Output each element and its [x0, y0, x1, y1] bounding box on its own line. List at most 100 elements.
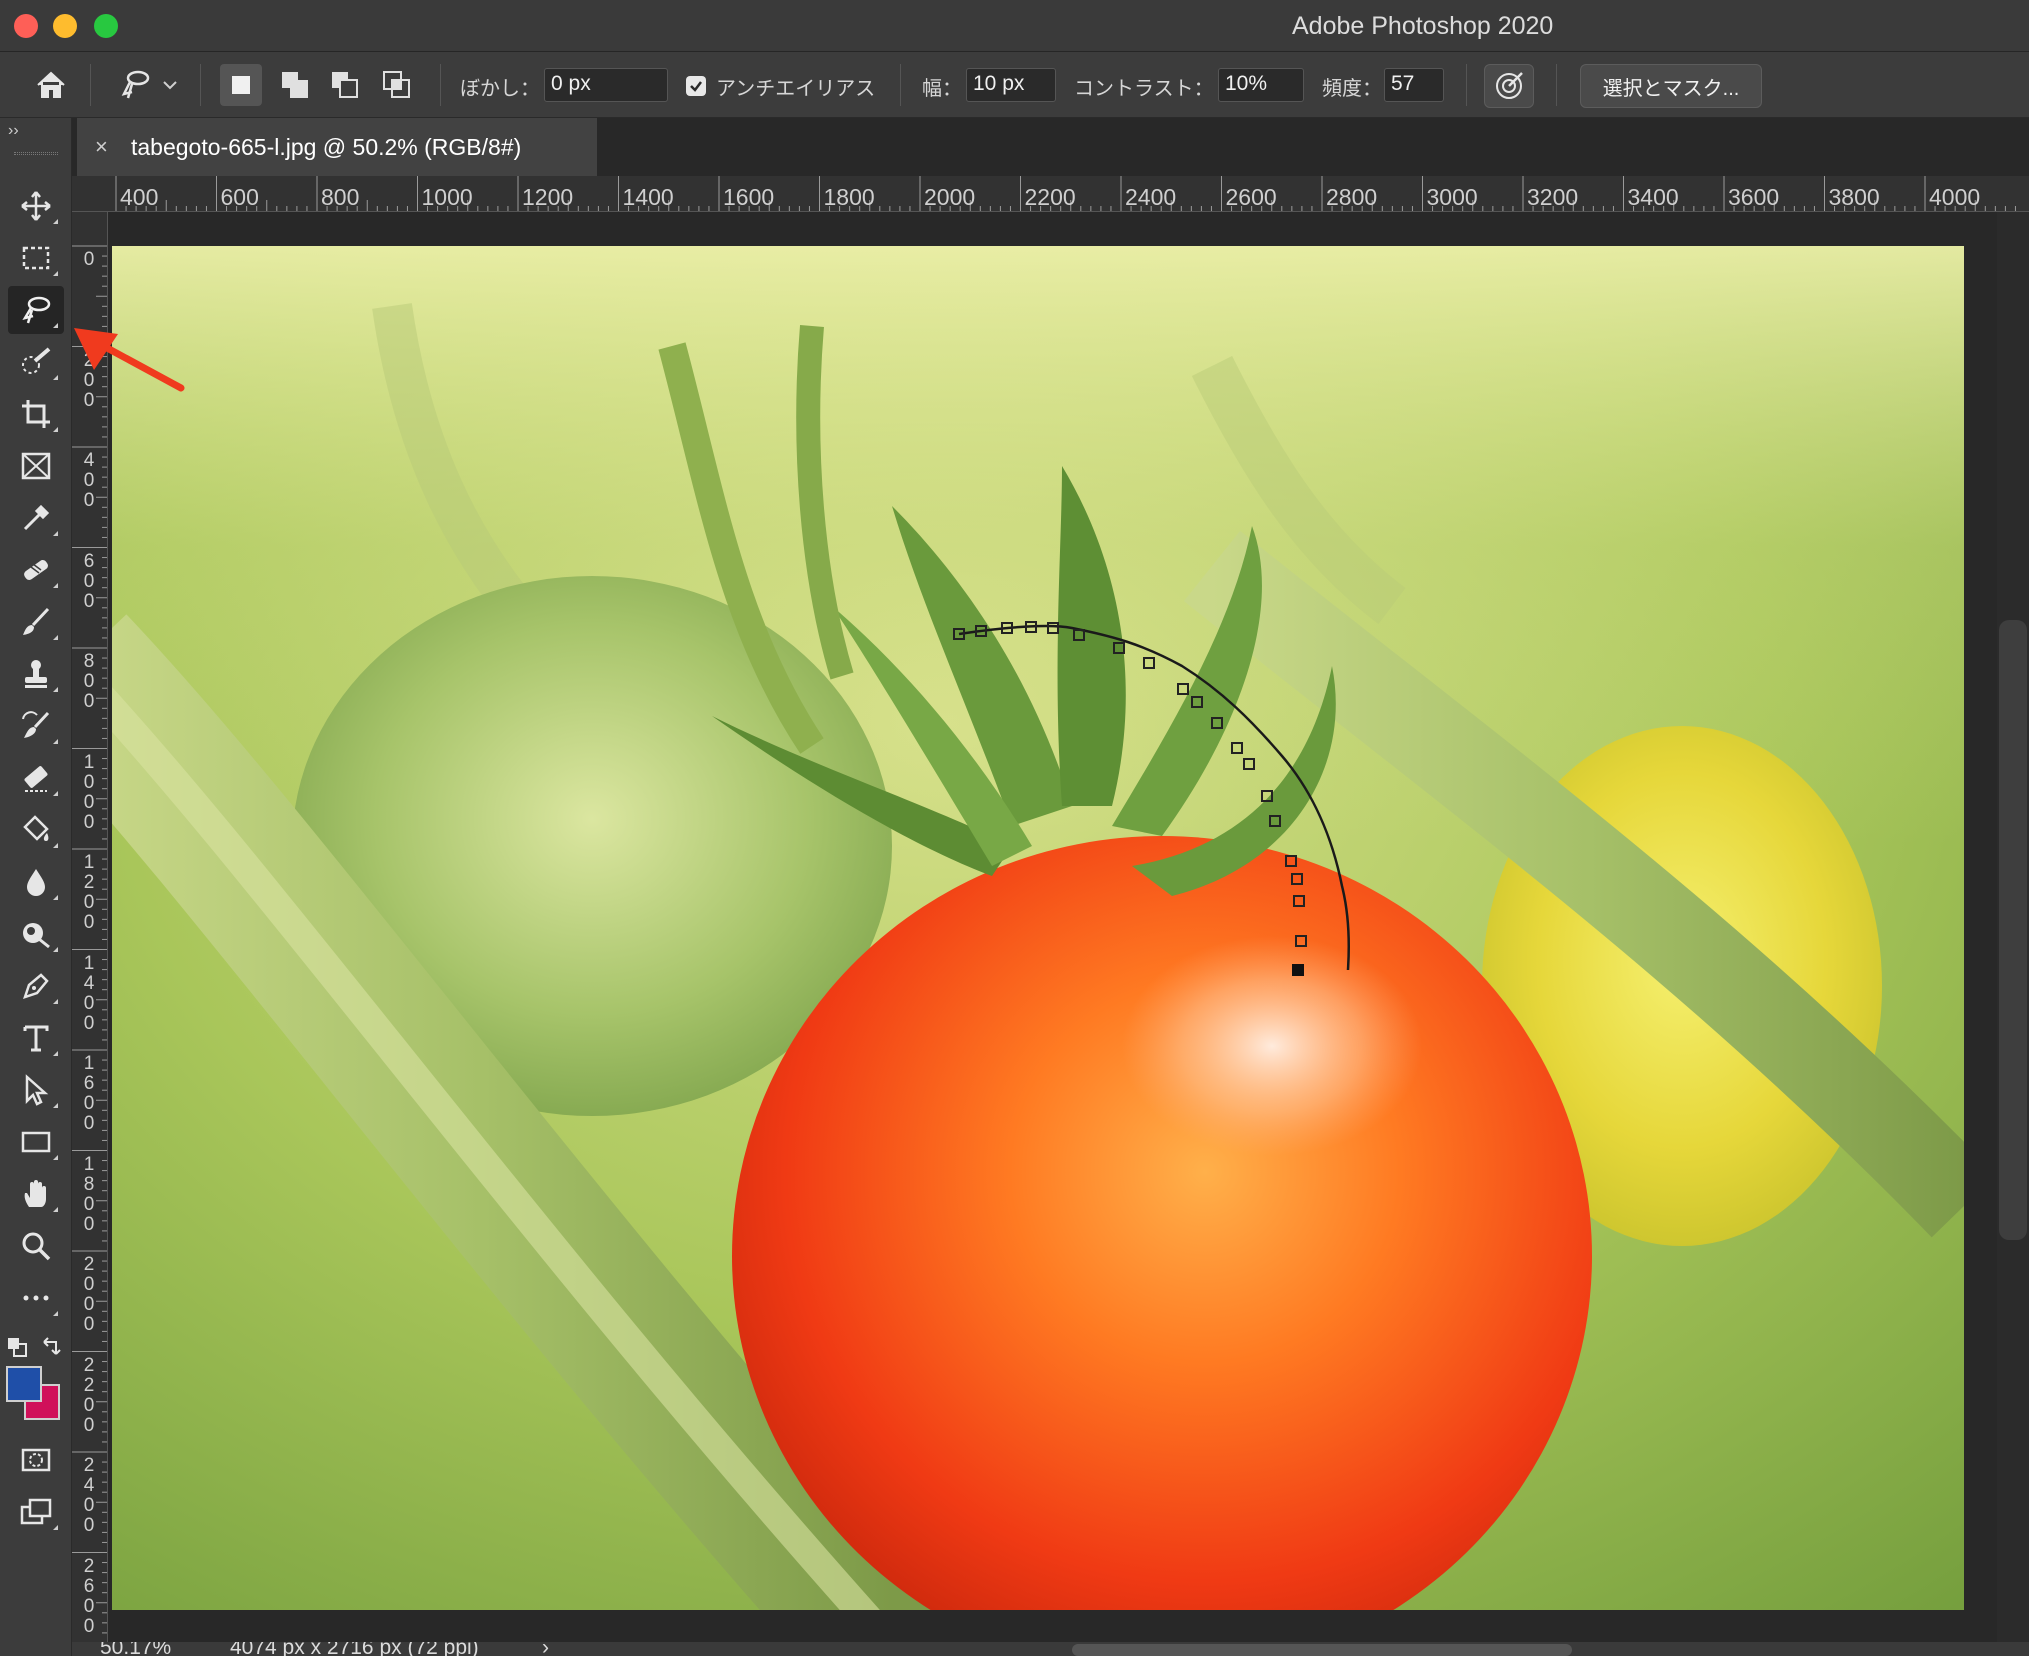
blur-tool[interactable] — [8, 858, 64, 906]
ruler-tick-label: 600 — [220, 184, 259, 210]
marquee-tool[interactable] — [8, 234, 64, 282]
eyedropper-tool[interactable] — [8, 494, 64, 542]
quick-selection-tool-icon — [22, 347, 51, 374]
close-window-button[interactable] — [14, 14, 38, 38]
paint-bucket-tool[interactable] — [8, 806, 64, 854]
horizontal-ruler[interactable]: 400 600 800 1000 1200 1400 1600 1800 2000 2200 240… — [72, 176, 2029, 212]
ruler-tick-label: 0 — [83, 249, 95, 270]
quick-mask-button[interactable] — [8, 1436, 64, 1484]
add-to-selection-button[interactable] — [274, 64, 316, 106]
ruler-tick-label: 1000 — [421, 184, 473, 210]
tool-preset-picker[interactable] — [108, 64, 188, 106]
ruler-tick-label: 400 — [83, 450, 95, 511]
toolbar-grip[interactable] — [14, 152, 58, 155]
document-image[interactable] — [112, 246, 1964, 1610]
vertical-scrollbar-thumb[interactable] — [1999, 620, 2027, 1240]
canvas-area[interactable] — [108, 212, 2029, 1642]
home-button[interactable] — [30, 64, 72, 106]
horizontal-scrollbar-thumb[interactable] — [1072, 1644, 1572, 1656]
quick-mask-icon — [21, 1448, 51, 1472]
blur-tool-icon — [27, 869, 45, 896]
antialias-label: アンチエイリアス — [716, 78, 876, 100]
annotation-arrow — [74, 328, 185, 392]
separator — [440, 64, 441, 106]
rectangle-tool[interactable] — [8, 1118, 64, 1166]
ruler-tick-label: 800 — [83, 651, 95, 712]
title-bar: Adobe Photoshop 2020 — [0, 0, 2029, 52]
brush-tool[interactable] — [8, 598, 64, 646]
more-tools-icon — [23, 1295, 49, 1301]
type-tool-icon — [23, 1025, 49, 1052]
ruler-tick-label: 600 — [83, 550, 95, 612]
ruler-tick-label: 1800 — [83, 1153, 95, 1235]
frequency-input[interactable]: 57 — [1384, 68, 1444, 102]
more-tools-button[interactable] — [8, 1274, 64, 1322]
ruler-tick-label: 400 — [120, 184, 159, 210]
minimize-window-button[interactable] — [53, 14, 77, 38]
width-input[interactable]: 10 px — [966, 68, 1056, 102]
pen-pressure-icon — [1496, 72, 1523, 99]
magnetic-lasso-tool[interactable] — [8, 286, 64, 334]
frame-tool[interactable] — [8, 442, 64, 490]
move-tool-icon — [21, 191, 51, 221]
intersect-selection-button[interactable] — [376, 64, 418, 106]
ruler-tick-label: 1600 — [723, 184, 775, 210]
clone-stamp-tool[interactable] — [8, 650, 64, 698]
dodge-tool[interactable] — [8, 910, 64, 958]
vertical-ruler[interactable]: 0 200 400 600 800 1000 1200 1400 1600 1800 2000 220… — [72, 212, 108, 1656]
status-bar: 50.17% 4074 px x 2716 px (72 ppi) › — [72, 1642, 2029, 1656]
default-colors-icon — [8, 1338, 27, 1357]
type-tool[interactable] — [8, 1014, 64, 1062]
feather-input[interactable]: 0 px — [544, 68, 668, 102]
magnetic-lasso-icon — [121, 70, 150, 99]
ruler-tick-label: 2800 — [1326, 184, 1378, 210]
antialias-checkbox[interactable] — [686, 76, 706, 96]
close-tab-button[interactable]: × — [95, 134, 119, 160]
ruler-tick-label: 1000 — [83, 751, 95, 833]
pen-tool[interactable] — [8, 962, 64, 1010]
quick-selection-tool[interactable] — [8, 338, 64, 386]
screen-mode-icon — [20, 1498, 52, 1525]
move-tool[interactable] — [8, 182, 64, 230]
crop-tool[interactable] — [8, 390, 64, 438]
intersect-selection-icon — [383, 71, 410, 98]
ruler-tick-label: 3000 — [1426, 184, 1478, 210]
ruler-tick-label: 2000 — [924, 184, 976, 210]
pen-pressure-button[interactable] — [1484, 64, 1534, 108]
hand-tool[interactable] — [8, 1170, 64, 1218]
separator — [1466, 64, 1467, 106]
rectangle-tool-icon — [21, 1131, 51, 1153]
screen-mode-button[interactable] — [8, 1488, 64, 1536]
separator — [90, 64, 91, 106]
home-icon — [37, 71, 65, 98]
new-selection-icon — [232, 76, 250, 94]
ruler-tick-label: 2200 — [83, 1354, 95, 1436]
tomato-photo — [112, 246, 1964, 1610]
zoom-level[interactable]: 50.17% — [100, 1642, 171, 1656]
ruler-tick-label: 1400 — [622, 184, 674, 210]
subtract-from-selection-button[interactable] — [324, 64, 366, 106]
foreground-color-swatch[interactable] — [6, 1366, 42, 1402]
collapse-toolbar-button[interactable]: ›› — [8, 122, 19, 140]
select-and-mask-button[interactable]: 選択とマスク... — [1580, 64, 1762, 108]
contrast-input[interactable]: 10% — [1218, 68, 1304, 102]
new-selection-button[interactable] — [220, 64, 262, 106]
eraser-tool-icon — [24, 766, 48, 792]
zoom-tool[interactable] — [8, 1222, 64, 1270]
zoom-window-button[interactable] — [94, 14, 118, 38]
history-brush-tool[interactable] — [8, 702, 64, 750]
default-colors-button[interactable] — [6, 1336, 28, 1358]
healing-brush-tool-icon — [24, 560, 48, 580]
eraser-tool[interactable] — [8, 754, 64, 802]
hand-tool-icon — [24, 1180, 46, 1207]
status-menu-button[interactable]: › — [542, 1642, 549, 1656]
add-selection-icon — [282, 72, 308, 98]
path-selection-tool[interactable] — [8, 1066, 64, 1114]
document-tab[interactable]: × tabegoto-665-l.jpg @ 50.2% (RGB/8#) — [77, 118, 597, 176]
app-title: Adobe Photoshop 2020 — [1292, 12, 1554, 40]
swap-colors-button[interactable] — [40, 1334, 64, 1358]
dodge-tool-icon — [23, 923, 50, 949]
frame-tool-icon — [21, 452, 51, 480]
healing-brush-tool[interactable] — [8, 546, 64, 594]
ruler-tick-label: 3400 — [1627, 184, 1679, 210]
